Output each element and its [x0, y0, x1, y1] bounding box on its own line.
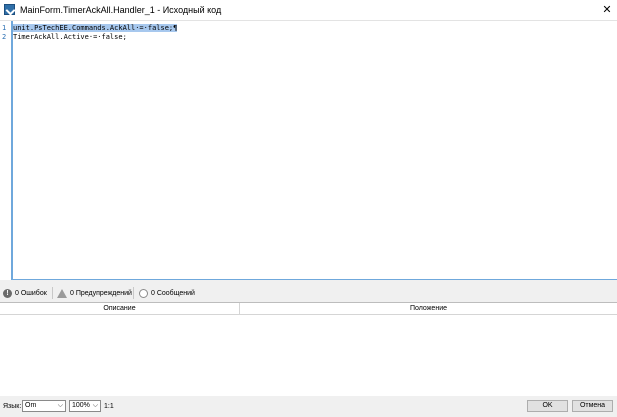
divider: [52, 287, 53, 299]
language-value: Om: [25, 402, 37, 409]
cursor-position: 1:1: [104, 403, 114, 410]
ok-button[interactable]: OK: [527, 400, 568, 412]
window-title: MainForm.TimerAckAll.Handler_1 - Исходны…: [20, 5, 222, 15]
selected-text: unit.PsTechEE.Commands.AckAll·=·false;¶: [13, 24, 178, 32]
chevron-down-icon: ⌵: [57, 402, 63, 409]
column-header-description[interactable]: Описание: [0, 303, 239, 315]
warnings-filter[interactable]: 0 Предупреждений: [57, 287, 132, 299]
errors-count: 0 Ошибок: [15, 289, 47, 297]
warning-icon: [57, 288, 67, 298]
divider: [133, 287, 134, 299]
code-line-2[interactable]: TimerAckAll.Active·=·false;: [13, 33, 127, 42]
infos-filter[interactable]: 0 Сообщений: [139, 287, 195, 299]
language-label: Язык:: [3, 403, 22, 410]
line-number-2: 2: [2, 33, 7, 41]
line-number-1: 1: [2, 24, 7, 32]
errors-filter[interactable]: ! 0 Ошибок: [3, 287, 47, 299]
chevron-down-icon: ⌵: [92, 402, 98, 409]
messages-table[interactable]: Описание Положение: [0, 302, 617, 396]
warnings-count: 0 Предупреждений: [70, 289, 132, 297]
infos-count: 0 Сообщений: [151, 289, 195, 297]
title-bar: MainForm.TimerAckAll.Handler_1 - Исходны…: [0, 0, 617, 20]
language-select[interactable]: Om ⌵: [22, 400, 66, 412]
messages-filter-bar: ! 0 Ошибок 0 Предупреждений 0 Сообщений: [0, 284, 617, 302]
bottom-bar: Язык: Om ⌵ 100% ⌵ 1:1 OK Отмена: [0, 396, 617, 417]
zoom-value: 100%: [72, 402, 90, 409]
gutter-border: [11, 21, 13, 279]
cancel-button[interactable]: Отмена: [572, 400, 613, 412]
error-icon: !: [3, 288, 12, 298]
code-editor[interactable]: 1 2 unit.PsTechEE.Commands.AckAll·=·fals…: [0, 20, 617, 280]
column-header-location[interactable]: Положение: [240, 303, 617, 315]
line-number-gutter: 1 2: [0, 21, 11, 279]
editor-bottom-border: [11, 279, 617, 280]
app-icon: [4, 4, 15, 15]
info-icon: [139, 288, 148, 298]
close-button[interactable]: ✕: [600, 3, 614, 17]
zoom-select[interactable]: 100% ⌵: [69, 400, 101, 412]
code-line-1[interactable]: unit.PsTechEE.Commands.AckAll·=·false;¶: [13, 24, 178, 33]
